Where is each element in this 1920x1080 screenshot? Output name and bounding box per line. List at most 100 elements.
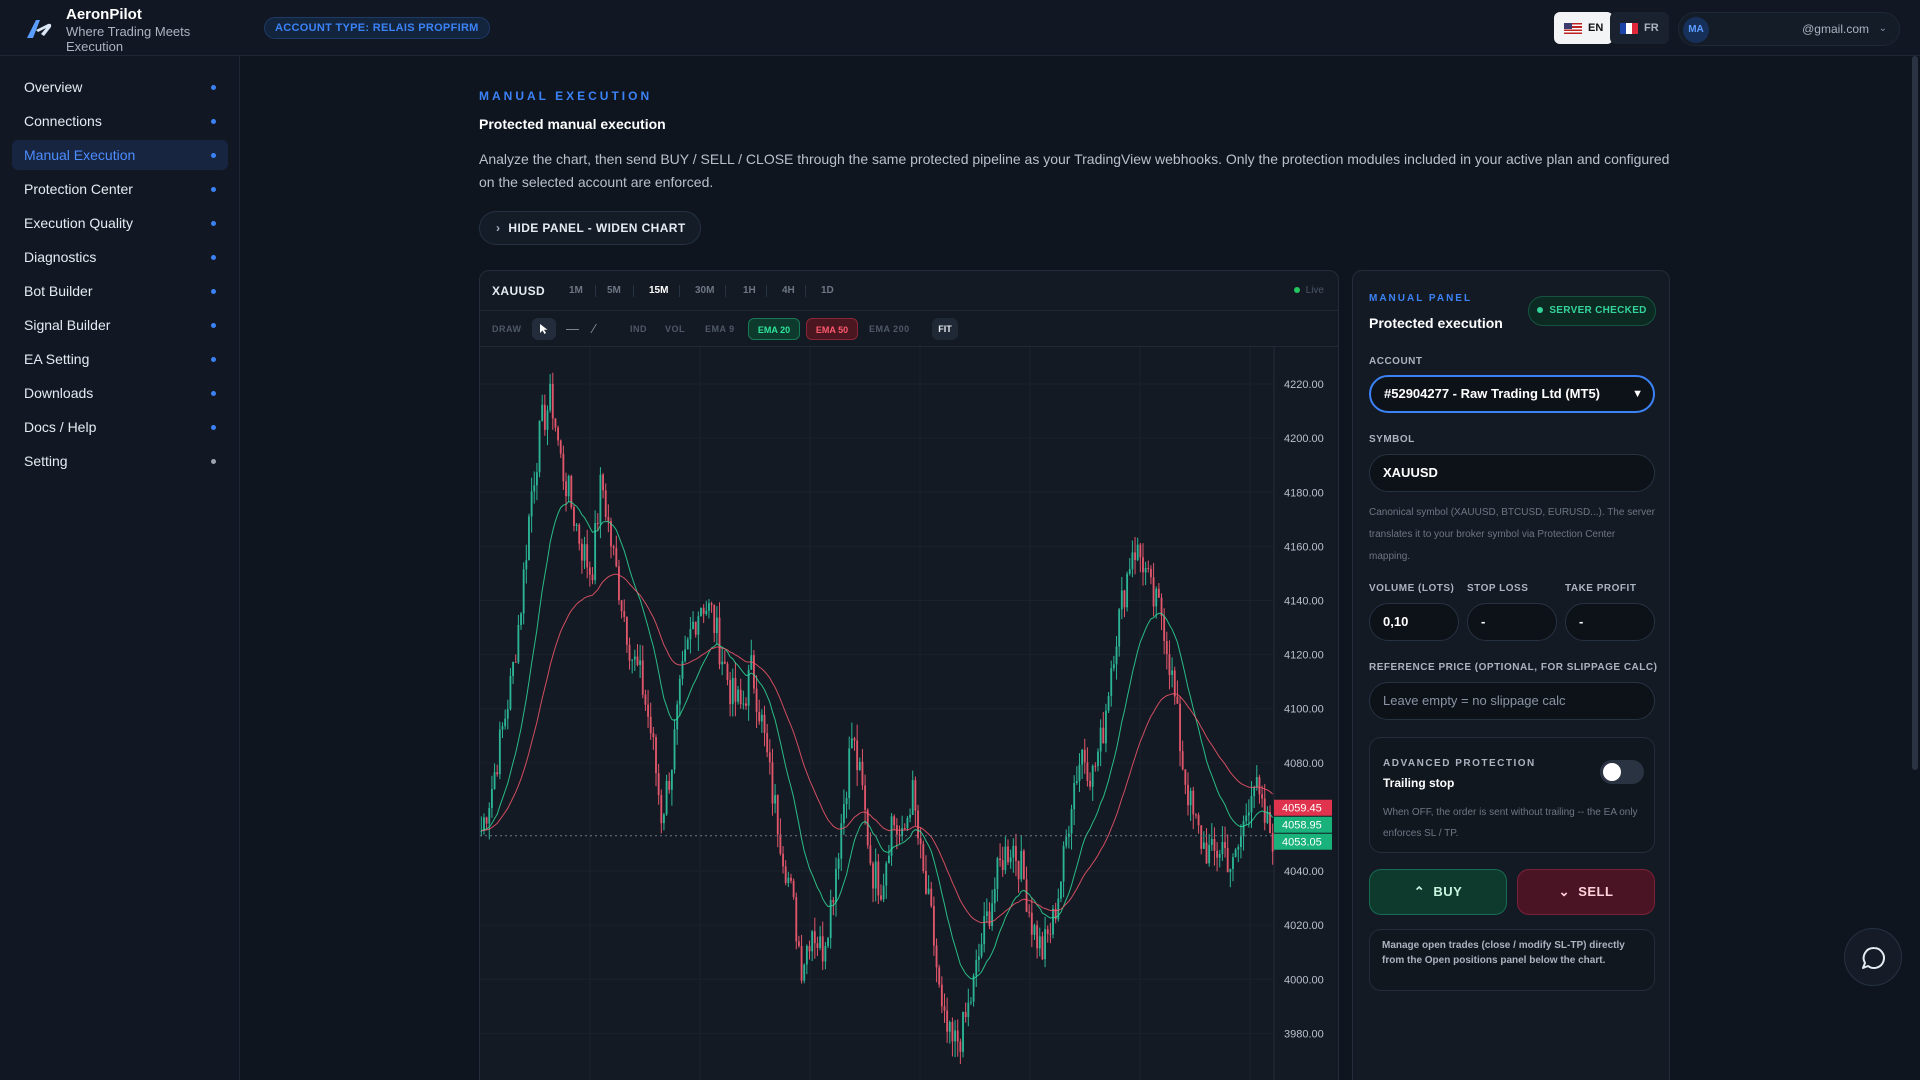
lang-fr-button[interactable]: FR — [1610, 12, 1669, 44]
tf-1m[interactable]: 1M — [569, 285, 583, 296]
candle-body — [1266, 812, 1269, 823]
candle-body — [1271, 833, 1274, 852]
candle-body — [893, 816, 896, 826]
fit-button[interactable]: FIT — [932, 318, 958, 340]
chart-symbol[interactable]: XAUUSD — [492, 284, 545, 298]
ema20-toggle[interactable]: EMA 20 — [748, 318, 800, 340]
candle-body — [721, 661, 724, 665]
sidebar-item-label: EA Setting — [24, 351, 90, 367]
top-bar: AeronPilot Where Trading Meets Execution… — [0, 0, 1920, 56]
volume-toggle[interactable]: VOL — [665, 324, 685, 334]
price-chart[interactable]: 4220.00 4200.00 4180.00 4160.00 4140.00 4120.… — [480, 347, 1339, 1080]
tf-5m[interactable]: 5M — [607, 285, 621, 296]
sidebar-item-connections[interactable]: Connections — [12, 106, 228, 136]
candle-body — [663, 814, 665, 824]
y-tick-label: 4020.00 — [1284, 920, 1324, 932]
sidebar-item-protection-center[interactable]: Protection Center — [12, 174, 228, 204]
y-tick-label: 4040.00 — [1284, 866, 1324, 878]
buy-button[interactable]: ⌃ BUY — [1369, 869, 1507, 915]
sidebar-item-downloads[interactable]: Downloads — [12, 378, 228, 408]
candle-body — [660, 795, 663, 824]
sidebar-item-ea-setting[interactable]: EA Setting — [12, 344, 228, 374]
page-title: Protected manual execution — [479, 116, 666, 132]
account-select[interactable]: #52904277 - Raw Trading Ltd (MT5) ▼ — [1369, 375, 1655, 413]
fr-flag-icon — [1620, 22, 1638, 34]
chart-toolbar: XAUUSD 1M 5M 15M 30M 1H 4H 1D Live — [480, 271, 1338, 311]
candle-body — [1118, 609, 1121, 647]
candle-body — [903, 828, 906, 830]
candle-body — [1099, 727, 1102, 752]
page-scrollbar[interactable] — [1912, 56, 1918, 770]
sidebar-item-setting[interactable]: Setting — [12, 446, 228, 476]
candle-body — [768, 752, 771, 763]
tf-30m[interactable]: 30M — [695, 285, 714, 296]
ema200-toggle[interactable]: EMA 200 — [869, 324, 910, 334]
candle-body — [1202, 842, 1205, 849]
cursor-tool-button[interactable] — [532, 318, 556, 340]
candle-body — [811, 931, 814, 952]
sidebar-item-execution-quality[interactable]: Execution Quality — [12, 208, 228, 238]
candle-body — [816, 943, 819, 948]
trend-line-tool-icon[interactable]: ∕ — [593, 321, 595, 336]
sidebar-item-bot-builder[interactable]: Bot Builder — [12, 276, 228, 306]
tf-1h[interactable]: 1H — [743, 285, 756, 296]
candle-body — [1060, 881, 1062, 899]
chat-button[interactable] — [1844, 928, 1902, 986]
trailing-stop-toggle[interactable] — [1600, 760, 1644, 784]
take-profit-input[interactable]: - — [1565, 603, 1655, 641]
candle-body — [856, 740, 859, 770]
candle-body — [985, 911, 988, 917]
tf-15m[interactable]: 15M — [649, 285, 668, 296]
hide-panel-button[interactable]: › HIDE PANEL - WIDEN CHART — [479, 211, 701, 245]
candle-body — [771, 762, 774, 804]
candle-body — [882, 885, 885, 900]
candle-body — [1025, 879, 1028, 912]
stop-loss-input[interactable]: - — [1467, 603, 1557, 641]
tf-1d[interactable]: 1D — [821, 285, 834, 296]
sidebar-item-overview[interactable]: Overview — [12, 72, 228, 102]
candle-body — [805, 945, 808, 965]
candle-body — [755, 688, 758, 713]
candle-body — [1184, 769, 1187, 785]
tf-4h[interactable]: 4H — [782, 285, 795, 296]
volume-input[interactable]: 0,10 — [1369, 603, 1459, 641]
horizontal-line-tool-icon[interactable]: — — [566, 321, 579, 336]
candle-body — [506, 709, 509, 719]
candle-body — [723, 661, 726, 664]
candle-body — [596, 523, 599, 525]
candle-body — [1155, 588, 1158, 607]
indicator-label[interactable]: IND — [630, 324, 647, 334]
candle-body — [525, 560, 528, 570]
candle-body — [909, 814, 912, 818]
avatar: MA — [1683, 17, 1709, 43]
candle-body — [718, 617, 721, 665]
reference-price-input[interactable]: Leave empty = no slippage calc — [1369, 682, 1655, 720]
candle-body — [1144, 567, 1147, 573]
buy-label: BUY — [1433, 884, 1463, 899]
ema9-toggle[interactable]: EMA 9 — [705, 324, 735, 334]
sidebar-item-signal-builder[interactable]: Signal Builder — [12, 310, 228, 340]
nav-dot-icon — [211, 289, 216, 294]
candle-body — [573, 507, 575, 526]
lang-en-button[interactable]: EN — [1554, 12, 1614, 44]
candle-body — [541, 404, 544, 421]
brand[interactable]: AeronPilot Where Trading Meets Execution — [24, 6, 206, 54]
ema50-line — [481, 573, 1274, 924]
sidebar-item-diagnostics[interactable]: Diagnostics — [12, 242, 228, 272]
symbol-input[interactable]: XAUUSD — [1369, 454, 1655, 492]
sell-button[interactable]: ⌄ SELL — [1517, 869, 1655, 915]
candle-body — [1020, 850, 1023, 880]
sidebar-item-manual-execution[interactable]: Manual Execution — [12, 140, 228, 170]
candle-body — [1075, 781, 1078, 783]
candle-body — [620, 600, 623, 612]
candle-body — [708, 603, 710, 611]
sidebar-item-docs-help[interactable]: Docs / Help — [12, 412, 228, 442]
candle-body — [739, 689, 742, 704]
candle-body — [490, 788, 493, 808]
ema50-toggle[interactable]: EMA 50 — [806, 318, 858, 340]
candle-body — [647, 704, 649, 717]
chart-card: XAUUSD 1M 5M 15M 30M 1H 4H 1D Live DRAW … — [479, 270, 1339, 1080]
candle-body — [1038, 936, 1041, 949]
user-menu[interactable]: MA @gmail.com ⌄ — [1678, 12, 1900, 46]
candle-body — [485, 817, 488, 824]
